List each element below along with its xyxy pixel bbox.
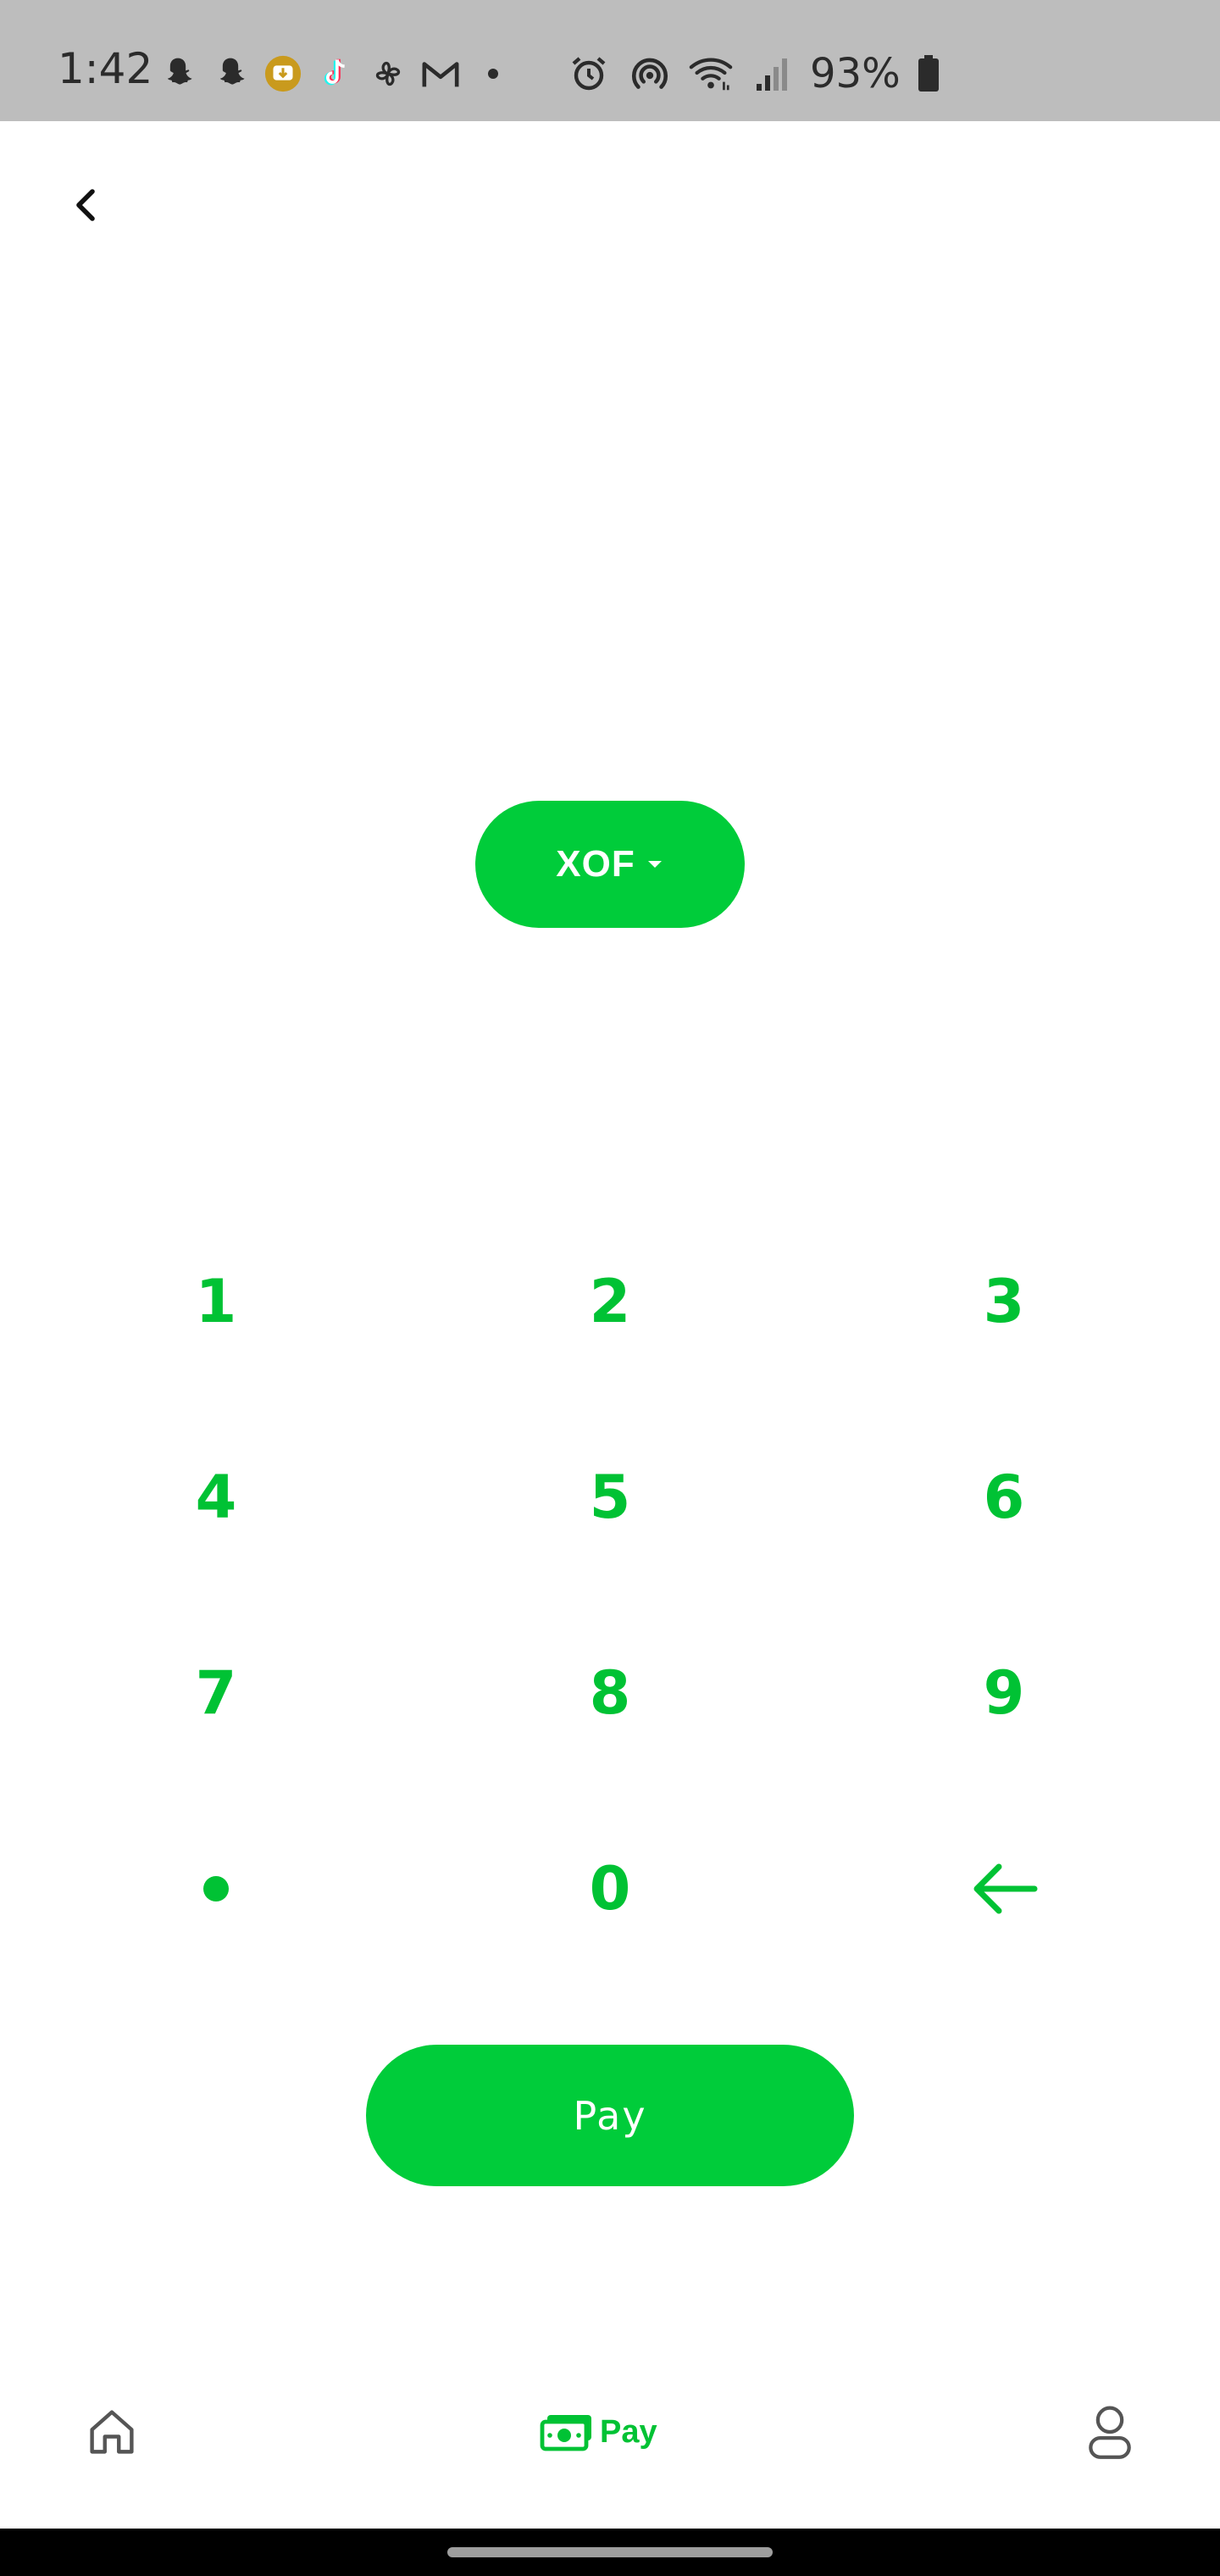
key-6[interactable]: 6 xyxy=(877,1413,1131,1582)
tiktok-icon xyxy=(315,53,356,94)
status-time: 1:42 xyxy=(58,44,153,93)
arrow-left-icon xyxy=(973,1863,1038,1914)
number-keypad: 1 2 3 4 5 6 7 8 9 0 xyxy=(0,1169,1220,1957)
status-bar: 1:42 93% xyxy=(0,0,1220,121)
profile-icon xyxy=(1089,2406,1131,2459)
pay-button[interactable]: Pay xyxy=(366,2045,854,2186)
notification-icons xyxy=(158,53,513,95)
hotspot-icon xyxy=(627,53,673,95)
alarm-icon xyxy=(566,53,612,95)
caret-down-icon xyxy=(647,861,662,868)
nav-pay-label: Pay xyxy=(600,2413,657,2450)
key-7[interactable]: 7 xyxy=(89,1608,343,1778)
key-backspace[interactable] xyxy=(877,1804,1131,1974)
pay-screen: 1:42 93% XOF 1 2 3 4 5 6 7 8 9 0 Pay Pay xyxy=(0,0,1220,2576)
key-decimal[interactable] xyxy=(89,1804,343,1974)
battery-percent: 93% xyxy=(810,50,901,97)
cash-icon xyxy=(540,2415,591,2451)
wifi-icon xyxy=(688,53,734,95)
battery-icon xyxy=(916,53,941,95)
chevron-left-icon xyxy=(76,189,95,221)
home-indicator[interactable] xyxy=(447,2547,773,2557)
gmail-icon xyxy=(420,53,461,94)
snapchat-icon xyxy=(158,53,198,94)
more-dot-icon xyxy=(473,53,513,94)
key-4[interactable]: 4 xyxy=(89,1413,343,1582)
nav-profile[interactable] xyxy=(1076,2398,1144,2466)
nav-home[interactable] xyxy=(78,2398,146,2466)
key-1[interactable]: 1 xyxy=(89,1217,343,1386)
pinwheel-icon xyxy=(368,53,408,94)
snapchat-icon xyxy=(210,53,251,94)
key-8[interactable]: 8 xyxy=(483,1608,737,1778)
key-0[interactable]: 0 xyxy=(483,1804,737,1974)
key-9[interactable]: 9 xyxy=(877,1608,1131,1778)
system-status-icons: 93% xyxy=(566,53,941,95)
key-2[interactable]: 2 xyxy=(483,1217,737,1386)
currency-selector[interactable]: XOF xyxy=(475,801,745,928)
bottom-navigation: Pay xyxy=(0,2373,1220,2500)
download-icon xyxy=(263,53,303,94)
signal-icon xyxy=(749,53,795,95)
home-icon xyxy=(90,2410,134,2454)
currency-code: XOF xyxy=(556,843,635,885)
decimal-dot-icon xyxy=(203,1876,229,1901)
system-navigation-bar xyxy=(0,2529,1220,2576)
back-button[interactable] xyxy=(59,178,114,232)
nav-pay[interactable]: Pay xyxy=(539,2407,657,2457)
key-5[interactable]: 5 xyxy=(483,1413,737,1582)
key-3[interactable]: 3 xyxy=(877,1217,1131,1386)
